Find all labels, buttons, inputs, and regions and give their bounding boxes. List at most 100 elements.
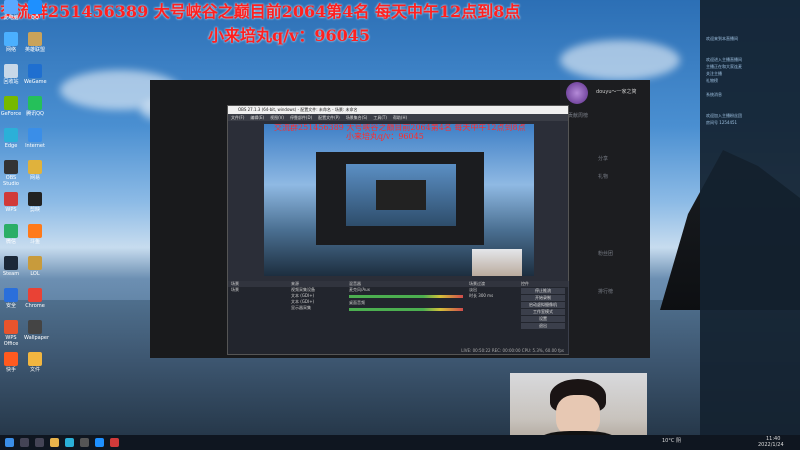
chat-line: 系统消息 — [706, 92, 722, 97]
desktop-icon-label: 回收站 — [3, 79, 19, 85]
desktop-icon[interactable]: WPS Office — [0, 320, 22, 347]
desktop-icon-label: 网易 — [29, 175, 40, 181]
desktop-icon[interactable]: 腾讯QQ — [24, 96, 46, 117]
obs-dock: 控件 停止推流 开始录制 启动虚拟摄像机 工作室模式 设置 退出 — [518, 281, 569, 354]
desktop-icon-label: 快手 — [5, 367, 16, 373]
desktop-icon[interactable]: Chrome — [24, 288, 46, 309]
app-icon — [4, 320, 18, 334]
desktop-icon[interactable]: 微信 — [0, 224, 22, 245]
desktop-icon-label: GeForce — [0, 111, 22, 117]
obs-menu-item[interactable]: 工具(T) — [373, 115, 387, 120]
desktop-icon[interactable]: QQ — [24, 0, 46, 21]
app-icon — [28, 32, 42, 46]
control-button[interactable]: 退出 — [521, 323, 565, 329]
obs-docks: 场景 场景 来源 视频采集设备 文本 (GDI+) 文本 (GDI+) 显示器采集 混音器 麦克… — [228, 281, 569, 354]
desktop-icon[interactable]: 此电脑 — [0, 0, 22, 21]
app-icon — [28, 288, 42, 302]
desktop-icon-label: 微信 — [5, 239, 16, 245]
avatar[interactable] — [566, 82, 588, 104]
panel-item-3[interactable]: 礼物 — [598, 173, 608, 180]
app-icon — [4, 160, 18, 174]
desktop-icon[interactable]: Steam — [0, 256, 22, 277]
desktop-icon-label: 文件 — [29, 367, 40, 373]
dock-row[interactable]: 桌面音频 — [346, 300, 466, 306]
audio-meter[interactable] — [349, 308, 463, 311]
desktop-icon[interactable]: WPS — [0, 192, 22, 213]
desktop-icon-label: 网络 — [5, 47, 16, 53]
dock-row[interactable]: 麦克风/Aux — [346, 287, 466, 293]
desktop-icon[interactable]: 斗鱼 — [24, 224, 46, 245]
desktop-icon[interactable]: 网易 — [24, 160, 46, 181]
panel-item-5[interactable]: 排行榜 — [598, 288, 613, 295]
obs-menu-item[interactable]: 停靠部件(D) — [290, 115, 312, 120]
desktop-icon-label: 腾讯QQ — [26, 111, 44, 117]
app-icon[interactable] — [110, 438, 119, 447]
app-icon — [4, 224, 18, 238]
desktop-icon[interactable]: 快手 — [0, 352, 22, 373]
task-view-icon[interactable] — [35, 438, 44, 447]
chat-line: 欢迎加入主播粉丝团 — [706, 113, 742, 118]
chat-line: 欢迎进入主播直播间 — [706, 57, 742, 62]
obs-menu-item[interactable]: 文件(F) — [231, 115, 244, 120]
desktop-icon[interactable]: 文件 — [24, 352, 46, 373]
obs-menu-item[interactable]: 视图(V) — [270, 115, 284, 120]
desktop-icon[interactable]: Edge — [0, 128, 22, 149]
obs-menu-item[interactable]: 场景集合(S) — [346, 115, 368, 120]
obs-window[interactable]: OBS 27.1.3 (64-bit, windows) - 配置文件: 未命名… — [227, 105, 569, 355]
desktop-icon[interactable]: Internet — [24, 128, 46, 149]
dock-row[interactable]: 场景 — [228, 287, 288, 293]
desktop-icon[interactable]: WeGame — [24, 64, 47, 85]
control-button[interactable]: 设置 — [521, 316, 565, 322]
desktop-icon[interactable]: 回收站 — [0, 64, 22, 85]
obs-dock: 场景过渡 淡出 时长 300 ms — [466, 281, 519, 354]
desktop-icon[interactable]: LOL — [24, 256, 46, 277]
app-icon — [28, 128, 42, 142]
desktop-icon-label: 剪映 — [29, 207, 40, 213]
panel-item-2[interactable]: 分享 — [598, 155, 608, 162]
panel-item-1[interactable]: 贡献周榜 — [568, 112, 588, 119]
desktop-icon[interactable]: 英雄联盟 — [24, 32, 46, 53]
qq-icon[interactable] — [95, 438, 104, 447]
obs-icon[interactable] — [80, 438, 89, 447]
stream-overlay-text-1: 交流群251456389 大号峡谷之巅目前2064第4名 每天中午12点到8点 — [0, 2, 521, 21]
control-button[interactable]: 工作室模式 — [521, 309, 565, 315]
desktop-icon-label: OBS Studio — [3, 175, 19, 187]
obs-menu-bar: 文件(F) 编辑(E) 视图(V) 停靠部件(D) 配置文件(P) 场景集合(S) 工具(T… — [228, 114, 568, 121]
start-button[interactable] — [5, 438, 14, 447]
app-icon — [4, 352, 18, 366]
nested-capture — [316, 152, 484, 245]
desktop-icon[interactable]: 剪映 — [24, 192, 46, 213]
control-button[interactable]: 停止推流 — [521, 288, 565, 294]
chat-line: 主播正在和大家连麦 — [706, 64, 742, 69]
file-explorer-icon[interactable] — [50, 438, 59, 447]
app-icon — [28, 192, 42, 206]
dock-header: 控件 — [518, 281, 568, 287]
username-label: douyu～一家之简 — [596, 89, 637, 95]
edge-icon[interactable] — [65, 438, 74, 447]
desktop-icon[interactable]: Wallpaper — [24, 320, 49, 341]
panel-item-4[interactable]: 粉丝团 — [598, 250, 613, 257]
obs-status-bar: LIVE: 00:50:22 REC: 00:00:00 CPU: 5.3%, … — [228, 347, 568, 354]
app-icon — [4, 192, 18, 206]
app-icon — [4, 288, 18, 302]
desktop-icon-label: 斗鱼 — [29, 239, 40, 245]
audio-meter[interactable] — [349, 295, 463, 298]
control-button[interactable]: 启动虚拟摄像机 — [521, 302, 565, 308]
obs-preview[interactable]: 交流群251456389 大号峡谷之巅目前2064第4名 每天中午12点到8点 … — [264, 124, 534, 276]
obs-menu-item[interactable]: 帮助(H) — [393, 115, 407, 120]
dock-row[interactable]: 时长 300 ms — [466, 293, 518, 299]
preview-overlay-text-2: 小来培丸q/v：96045 — [346, 132, 424, 141]
obs-menu-item[interactable]: 配置文件(P) — [318, 115, 340, 120]
desktop-icon-label: Steam — [2, 271, 20, 277]
obs-menu-item[interactable]: 编辑(E) — [250, 115, 264, 120]
weather-label[interactable]: 10°C 阴 — [662, 437, 681, 444]
desktop-icon[interactable]: OBS Studio — [0, 160, 22, 187]
app-icon — [4, 64, 18, 78]
desktop-icon[interactable]: GeForce — [0, 96, 22, 117]
desktop-icon[interactable]: 网络 — [0, 32, 22, 53]
obs-dock: 场景 场景 — [228, 281, 289, 354]
dock-row[interactable]: 显示器采集 — [288, 305, 346, 311]
desktop-icon[interactable]: 安全 — [0, 288, 22, 309]
control-button[interactable]: 开始录制 — [521, 295, 565, 301]
search-icon[interactable] — [20, 438, 29, 447]
